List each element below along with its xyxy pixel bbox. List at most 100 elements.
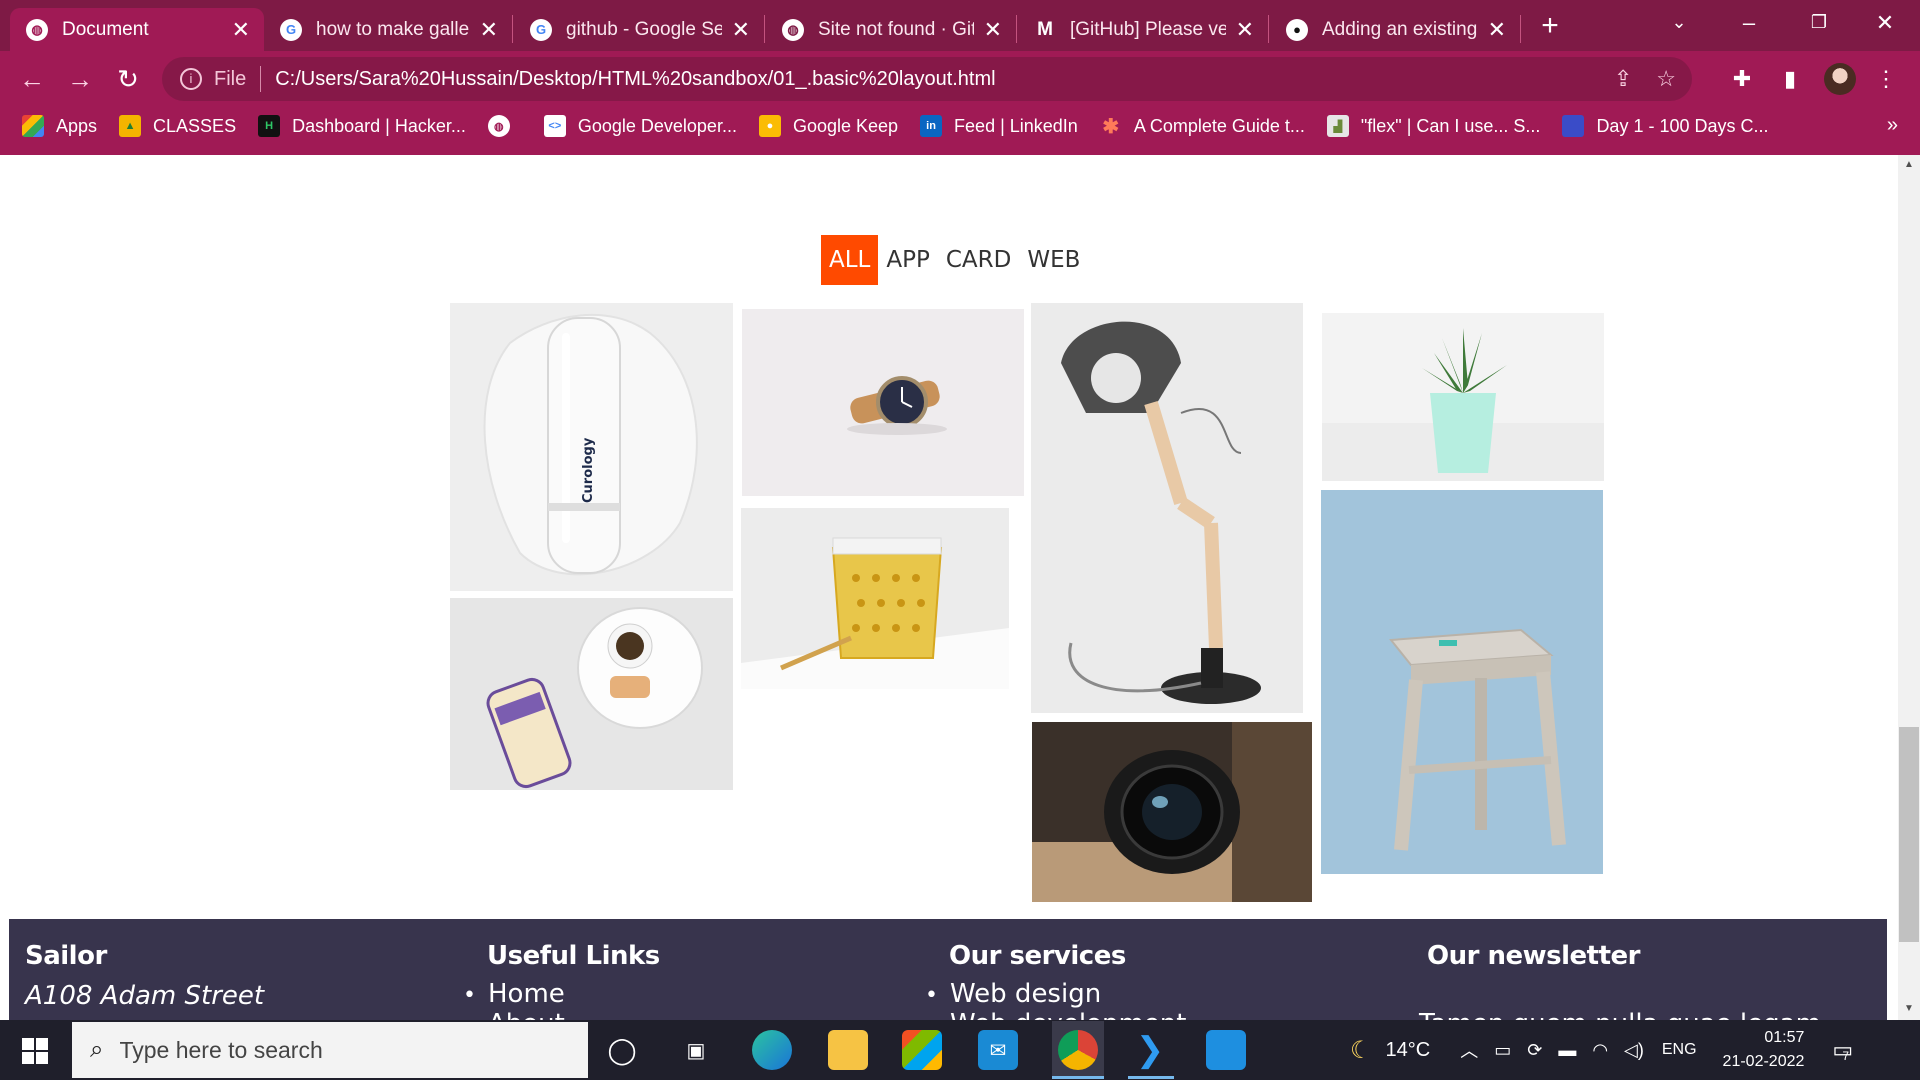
edge-icon[interactable] bbox=[752, 1030, 792, 1070]
bookmark-label: Feed | LinkedIn bbox=[954, 115, 1078, 136]
task-view-icon[interactable]: ▣ bbox=[676, 1030, 716, 1070]
tab-document[interactable]: ◍ Document ✕ bbox=[10, 8, 264, 51]
close-window-button[interactable]: ✕ bbox=[1850, 0, 1920, 45]
filter-app[interactable]: APP bbox=[878, 235, 937, 285]
curology-bottle-image[interactable]: Curology bbox=[450, 303, 733, 591]
address-url[interactable]: C:/Users/Sara%20Hussain/Desktop/HTML%20s… bbox=[275, 68, 995, 91]
bookmark-css-tricks[interactable]: ✱ A Complete Guide t... bbox=[1100, 115, 1304, 138]
wooden-stool-image[interactable] bbox=[1321, 490, 1603, 874]
tab-github-verify[interactable]: M [GitHub] Please veri ✕ bbox=[1018, 8, 1268, 51]
close-tab-icon[interactable]: ✕ bbox=[984, 17, 1002, 43]
tab-how-to-make-gallery[interactable]: G how to make galler ✕ bbox=[264, 8, 512, 51]
bookmark-google-keep[interactable]: ● Google Keep bbox=[758, 115, 899, 137]
microsoft-store-icon[interactable] bbox=[902, 1030, 942, 1070]
watch-image[interactable] bbox=[742, 309, 1024, 496]
bookmark-hackerrank[interactable]: H Dashboard | Hacker... bbox=[258, 115, 466, 137]
classroom-icon: ▲ bbox=[119, 115, 142, 137]
share-icon[interactable]: ⇪ bbox=[1614, 66, 1632, 92]
extensions-puzzle-icon[interactable]: ✚ bbox=[1726, 63, 1758, 95]
bookmark-100-days[interactable]: Day 1 - 100 Days C... bbox=[1562, 115, 1769, 137]
succulent-plant-image[interactable] bbox=[1322, 313, 1604, 481]
keep-icon: ● bbox=[758, 115, 781, 137]
more-bookmarks-chevron-icon[interactable]: » bbox=[1887, 114, 1898, 137]
chrome-icon[interactable] bbox=[1058, 1030, 1098, 1070]
taskbar-search-box[interactable]: ⌕ Type here to search bbox=[72, 1022, 588, 1078]
filter-web[interactable]: WEB bbox=[1019, 235, 1088, 285]
reload-icon[interactable]: ↻ bbox=[110, 61, 146, 97]
bookmark-label: CLASSES bbox=[153, 115, 237, 136]
forward-arrow-icon[interactable]: → bbox=[62, 61, 98, 97]
filter-card[interactable]: CARD bbox=[938, 235, 1020, 285]
google-icon: G bbox=[530, 18, 552, 41]
tab-github-google-search[interactable]: G github - Google Se ✕ bbox=[514, 8, 764, 51]
photos-icon[interactable] bbox=[1206, 1030, 1246, 1070]
profile-avatar[interactable] bbox=[1824, 63, 1856, 95]
clock[interactable]: 01:57 21-02-2022 bbox=[1723, 1026, 1805, 1074]
restore-button[interactable]: ❐ bbox=[1784, 0, 1854, 45]
tray-overflow-chevron-icon[interactable]: ︿ bbox=[1460, 1037, 1478, 1063]
wifi-icon[interactable]: ◠ bbox=[1592, 1040, 1608, 1061]
footer-service-web-development[interactable]: Web development bbox=[949, 1009, 1186, 1020]
address-bar[interactable]: i File C:/Users/Sara%20Hussain/Desktop/H… bbox=[162, 57, 1692, 101]
gmail-icon: M bbox=[1037, 18, 1053, 40]
minimize-button[interactable]: – bbox=[1714, 0, 1784, 45]
scrollbar-thumb[interactable] bbox=[1899, 727, 1919, 942]
bookmark-star-icon[interactable]: ☆ bbox=[1656, 66, 1676, 92]
battery-icon[interactable]: ▬ bbox=[1558, 1040, 1576, 1061]
close-tab-icon[interactable]: ✕ bbox=[232, 17, 250, 43]
scroll-up-arrow-icon[interactable]: ▲ bbox=[1899, 156, 1919, 174]
bookmark-google-developers[interactable]: <> Google Developer... bbox=[543, 115, 737, 137]
tab-separator bbox=[512, 15, 513, 43]
bookmark-label: Google Keep bbox=[792, 115, 899, 136]
tab-title: Document bbox=[62, 18, 149, 40]
footer-link-about[interactable]: About bbox=[487, 1009, 660, 1020]
menu-kebab-icon[interactable]: ⋮ bbox=[1870, 63, 1902, 95]
windows-start-icon[interactable] bbox=[22, 1038, 48, 1064]
file-explorer-icon[interactable] bbox=[828, 1030, 868, 1070]
mail-icon[interactable]: ✉ bbox=[978, 1030, 1018, 1070]
notification-center-icon[interactable]: ▭ 7 bbox=[1832, 1037, 1853, 1063]
bookmarks-bar: Apps ▲ CLASSES H Dashboard | Hacker... ◍… bbox=[0, 106, 1920, 146]
new-tab-button[interactable]: + bbox=[1535, 8, 1565, 44]
footer-service-web-design[interactable]: Web design bbox=[949, 979, 1186, 1009]
bookmark-classes[interactable]: ▲ CLASSES bbox=[119, 115, 236, 137]
tea-snack-image[interactable] bbox=[450, 598, 733, 790]
bookmark-label: Day 1 - 100 Days C... bbox=[1596, 115, 1769, 136]
input-language[interactable]: ENG bbox=[1662, 1041, 1697, 1059]
tab-title: Adding an existing bbox=[1322, 18, 1478, 40]
footer-link-home[interactable]: Home bbox=[487, 979, 660, 1009]
close-tab-icon[interactable]: ✕ bbox=[1488, 17, 1506, 43]
filter-all[interactable]: ALL bbox=[821, 235, 879, 285]
bookmark-caniuse[interactable]: ▟ "flex" | Can I use... S... bbox=[1326, 115, 1540, 137]
bookmark-linkedin[interactable]: in Feed | LinkedIn bbox=[920, 115, 1078, 137]
update-icon[interactable]: ⟳ bbox=[1527, 1040, 1542, 1061]
gallery-filter-bar: ALL APP CARD WEB bbox=[821, 235, 1088, 285]
tab-title: github - Google Se bbox=[566, 18, 722, 40]
camera-lens-image[interactable] bbox=[1032, 722, 1312, 902]
weather-temperature[interactable]: 14°C bbox=[1386, 1039, 1431, 1062]
desk-lamp-image[interactable] bbox=[1031, 303, 1303, 713]
volume-icon[interactable]: ◁) bbox=[1624, 1040, 1644, 1061]
meet-now-icon[interactable]: ▭ bbox=[1494, 1040, 1511, 1061]
close-tab-icon[interactable]: ✕ bbox=[732, 17, 750, 43]
tab-search-chevron-icon[interactable]: ⌄ bbox=[1644, 0, 1714, 45]
bookmark-apps[interactable]: Apps bbox=[22, 115, 97, 137]
footer-links-column: Useful Links Home About bbox=[487, 941, 660, 1020]
close-tab-icon[interactable]: ✕ bbox=[480, 17, 498, 43]
tab-title: [GitHub] Please veri bbox=[1070, 18, 1226, 40]
vscode-icon[interactable]: ❯ bbox=[1130, 1030, 1170, 1070]
tea-glass-image[interactable] bbox=[741, 508, 1009, 689]
bookmark-globe[interactable]: ◍ bbox=[487, 115, 522, 137]
address-scheme-label: File bbox=[214, 67, 247, 90]
tab-adding-existing[interactable]: ● Adding an existing ✕ bbox=[1270, 8, 1520, 51]
tab-site-not-found[interactable]: ◍ Site not found · Git ✕ bbox=[766, 8, 1016, 51]
cortana-icon[interactable]: ◯ bbox=[602, 1030, 642, 1070]
weather-moon-icon[interactable]: ☾ bbox=[1350, 1036, 1372, 1065]
globe-icon: ◍ bbox=[26, 18, 48, 41]
footer-newsletter-text: Tamen quem nulla quae legam bbox=[1419, 1009, 1821, 1020]
back-arrow-icon[interactable]: ← bbox=[14, 61, 50, 97]
info-icon[interactable]: i bbox=[180, 68, 202, 90]
side-panel-icon[interactable]: ▮ bbox=[1774, 63, 1806, 95]
close-tab-icon[interactable]: ✕ bbox=[1236, 17, 1254, 43]
scroll-down-arrow-icon[interactable]: ▼ bbox=[1899, 1000, 1919, 1018]
